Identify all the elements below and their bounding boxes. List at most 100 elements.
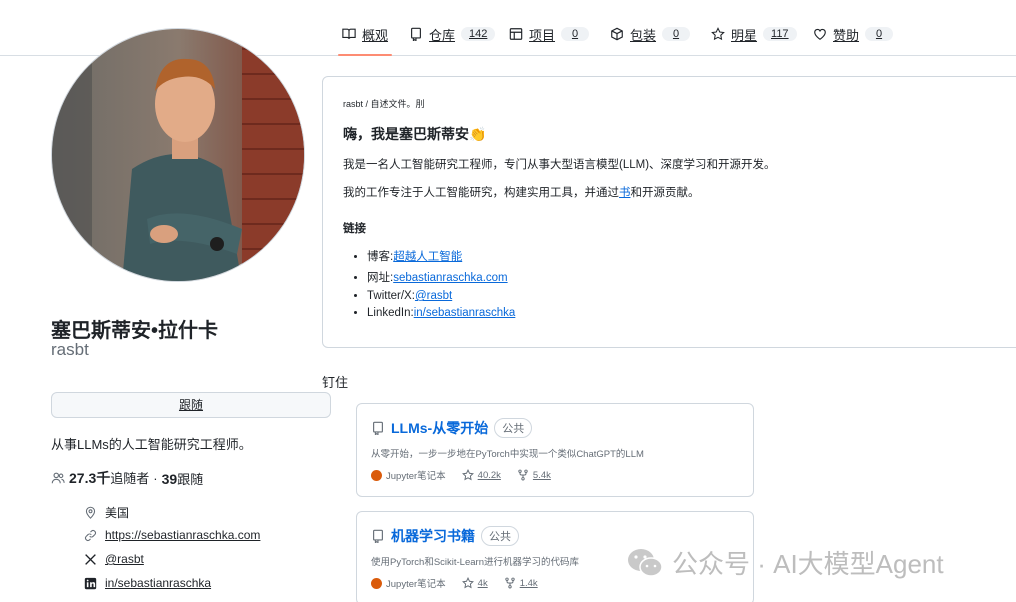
twitter-link[interactable]: @rasbt — [415, 290, 452, 302]
forks-count: 5.4k — [532, 469, 551, 481]
tab-counter: 0 — [865, 27, 894, 41]
separator-dot: · — [153, 470, 158, 486]
link-prefix: 网址: — [367, 272, 394, 284]
visibility-badge: 公共 — [481, 526, 519, 546]
forks-count: 1.4k — [519, 577, 538, 589]
vcard-website: https://sebastianraschka.com — [84, 528, 260, 542]
tab-label: 仓库 — [429, 27, 456, 43]
forks-link[interactable]: 5.4k — [517, 469, 551, 481]
links-heading: 链接 — [343, 223, 366, 235]
x-logo-icon — [85, 553, 96, 565]
link-icon — [85, 529, 96, 541]
followers-summary: 27.3千追随者 · 39跟随 — [51, 468, 203, 488]
avatar[interactable] — [51, 28, 305, 282]
watermark-text: 公众号 · AI大模型Agent — [672, 549, 944, 579]
blog-link[interactable]: 超越人工智能 — [393, 251, 462, 263]
tab-stars[interactable]: 明星 117 — [711, 22, 797, 46]
fork-icon — [518, 469, 528, 481]
readme-title: 嗨，我是塞巴斯蒂安👏 — [343, 126, 487, 142]
tab-projects[interactable]: 项目 0 — [509, 22, 590, 46]
list-item: LinkedIn:in/sebastianraschka — [367, 307, 1001, 319]
following-link[interactable]: 39跟随 — [162, 469, 204, 488]
tab-label: 赞助 — [833, 27, 860, 43]
stars-link[interactable]: 40.2k — [461, 469, 501, 481]
linkedin-link[interactable]: in/sebastianraschka — [105, 576, 211, 590]
tab-label: 概观 — [362, 27, 389, 43]
wechat-icon — [628, 548, 663, 577]
list-item: 博客:超越人工智能 — [367, 248, 1001, 264]
profile-bio: 从事LLMs的人工智能研究工程师。 — [51, 437, 252, 452]
heart-icon — [814, 28, 826, 40]
profile-readme: rasbt / 自述文件。刖 嗨，我是塞巴斯蒂安👏 我是一名人工智能研究工程师，… — [322, 76, 1016, 348]
stars-count: 40.2k — [477, 469, 501, 481]
vcard-linkedin: in/sebastianraschka — [84, 576, 211, 590]
table-icon — [509, 28, 523, 40]
following-count: 39 — [161, 470, 178, 487]
repo-icon — [373, 421, 383, 435]
link-prefix: LinkedIn: — [367, 307, 414, 319]
visibility-badge: 公共 — [494, 418, 533, 438]
fork-icon — [505, 577, 515, 589]
repo-language: Jupyter笔记本 — [371, 468, 446, 482]
star-icon — [711, 27, 725, 41]
links-list: 博客:超越人工智能 网址:sebastianraschka.com Twitte… — [343, 248, 1001, 319]
tab-repositories[interactable]: 仓库 142 — [409, 22, 496, 46]
readme-para-2: 我的工作专注于人工智能研究，构建实用工具，并通过书和开源贡献。 — [343, 184, 1001, 200]
followers-count: 27.3千 — [69, 470, 111, 486]
twitter-link[interactable]: @rasbt — [105, 552, 144, 566]
stars-count: 4k — [477, 577, 488, 589]
location-icon — [85, 506, 96, 519]
book-link[interactable]: 书 — [619, 187, 631, 199]
repo-language: Jupyter笔记本 — [371, 576, 446, 590]
tab-counter: 117 — [763, 27, 797, 41]
para2-after: 和开源贡献。 — [630, 187, 700, 199]
tab-counter: 0 — [561, 27, 590, 41]
language-color-dot — [371, 577, 382, 589]
watermark: 公众号 · AI大模型Agent — [626, 544, 944, 581]
pinned-repo-card: LLMs-从零开始 公共 从零开始，一步一步地在PyTorch中实现一个类似Ch… — [356, 403, 754, 497]
pinned-heading: 钉住 — [322, 375, 349, 390]
people-icon — [51, 472, 65, 484]
vcard-twitter: @rasbt — [84, 552, 144, 566]
repo-icon — [373, 529, 383, 543]
link-prefix: 博客: — [367, 251, 394, 263]
repo-icon — [411, 27, 421, 41]
tab-overview[interactable]: 概观 — [337, 22, 393, 56]
list-item: Twitter/X:@rasbt — [367, 290, 1001, 302]
forks-link[interactable]: 1.4k — [504, 577, 538, 589]
language-color-dot — [371, 469, 382, 481]
tab-packages[interactable]: 包装 0 — [610, 22, 691, 46]
tab-counter: 142 — [461, 27, 496, 41]
tab-counter: 0 — [662, 27, 691, 41]
linkedin-icon — [84, 577, 97, 589]
profile-login: rasbt — [51, 340, 89, 359]
website-link[interactable]: sebastianraschka.com — [393, 272, 507, 284]
book-icon — [342, 28, 356, 39]
profile-name: 塞巴斯蒂安•拉什卡 — [51, 320, 219, 342]
tab-label: 明星 — [731, 27, 758, 43]
readme-path: rasbt / 自述文件。刖 — [343, 99, 425, 109]
website-link[interactable]: https://sebastianraschka.com — [105, 528, 260, 542]
para2-before: 我的工作专注于人工智能研究，构建实用工具，并通过 — [343, 187, 619, 199]
repo-name-link[interactable]: 机器学习书籍 — [391, 526, 475, 546]
package-icon — [611, 27, 623, 41]
followers-link[interactable]: 27.3千追随者 — [69, 468, 149, 488]
linkedin-link[interactable]: in/sebastianraschka — [414, 307, 516, 319]
tab-label: 包装 — [630, 27, 657, 43]
link-prefix: Twitter/X: — [367, 290, 415, 302]
repo-description: 从零开始，一步一步地在PyTorch中实现一个类似ChatGPT的LLM — [371, 449, 644, 460]
list-item: 网址:sebastianraschka.com — [367, 269, 1001, 285]
repo-name-link[interactable]: LLMs-从零开始 — [391, 418, 488, 438]
star-icon — [461, 577, 474, 589]
following-label: 跟随 — [177, 471, 204, 487]
language-name: Jupyter笔记本 — [386, 471, 446, 482]
star-icon — [461, 469, 474, 481]
followers-label: 追随者 — [110, 471, 150, 486]
tab-sponsoring[interactable]: 赞助 0 — [813, 22, 894, 46]
follow-button[interactable]: 跟随 — [51, 392, 331, 418]
vcard-location: 美国 — [84, 504, 129, 521]
avatar-photo — [52, 29, 304, 281]
language-name: Jupyter笔记本 — [386, 579, 446, 590]
stars-link[interactable]: 4k — [461, 577, 488, 589]
location-text: 美国 — [105, 506, 130, 520]
